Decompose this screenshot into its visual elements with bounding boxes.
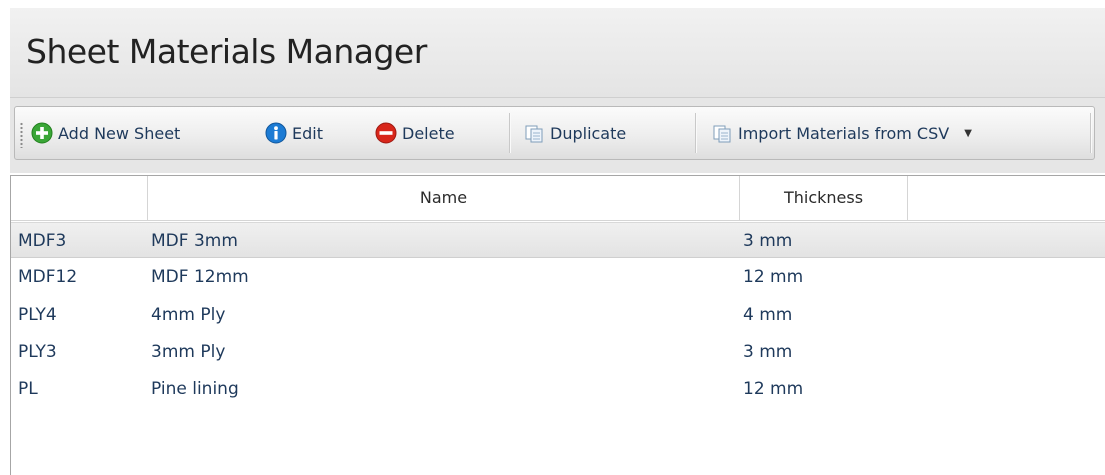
toolbar-area: Add New Sheet Edit Delete Duplicate Impo… bbox=[10, 98, 1105, 173]
cell-thickness: 12 mm bbox=[743, 379, 804, 399]
edit-label: Edit bbox=[292, 123, 323, 143]
toolbar-separator bbox=[695, 113, 697, 153]
minus-circle-icon bbox=[375, 122, 397, 144]
copy-icon bbox=[711, 122, 733, 144]
column-header-name[interactable]: Name bbox=[148, 176, 740, 220]
toolbar-separator bbox=[509, 113, 511, 153]
import-csv-label: Import Materials from CSV bbox=[738, 123, 950, 143]
info-icon bbox=[265, 122, 287, 144]
duplicate-button[interactable]: Duplicate bbox=[523, 115, 626, 151]
column-header-filler bbox=[908, 176, 1105, 220]
copy-icon bbox=[523, 122, 545, 144]
delete-label: Delete bbox=[402, 123, 455, 143]
table-row[interactable]: PL Pine lining 12 mm bbox=[11, 371, 1105, 407]
page-title: Sheet Materials Manager bbox=[26, 32, 427, 71]
app-window: Sheet Materials Manager Add New Sheet Ed… bbox=[10, 8, 1105, 475]
cell-name: Pine lining bbox=[151, 379, 239, 399]
title-bar: Sheet Materials Manager bbox=[10, 8, 1105, 98]
cell-name: MDF 3mm bbox=[151, 231, 238, 251]
cell-code: PL bbox=[18, 379, 38, 399]
plus-circle-icon bbox=[31, 122, 53, 144]
table-row[interactable]: MDF12 MDF 12mm 12 mm bbox=[11, 259, 1105, 295]
add-new-sheet-label: Add New Sheet bbox=[58, 123, 181, 143]
toolbar: Add New Sheet Edit Delete Duplicate Impo… bbox=[14, 106, 1095, 160]
cell-name: 3mm Ply bbox=[151, 342, 226, 362]
table-row[interactable]: MDF3 MDF 3mm 3 mm bbox=[11, 222, 1105, 258]
table-header: Name Thickness bbox=[11, 176, 1105, 221]
cell-code: MDF12 bbox=[18, 267, 78, 287]
delete-button[interactable]: Delete bbox=[375, 115, 455, 151]
table-row[interactable]: PLY4 4mm Ply 4 mm bbox=[11, 297, 1105, 333]
cell-thickness: 3 mm bbox=[743, 342, 793, 362]
cell-code: MDF3 bbox=[18, 231, 67, 251]
toolbar-grip[interactable] bbox=[20, 122, 23, 148]
cell-name: 4mm Ply bbox=[151, 305, 226, 325]
cell-thickness: 12 mm bbox=[743, 267, 804, 287]
cell-code: PLY3 bbox=[18, 342, 57, 362]
cell-name: MDF 12mm bbox=[151, 267, 249, 287]
materials-table: Name Thickness MDF3 MDF 3mm 3 mm MDF12 M… bbox=[10, 175, 1105, 475]
column-header-thickness[interactable]: Thickness bbox=[740, 176, 908, 220]
toolbar-separator bbox=[1090, 113, 1092, 153]
cell-code: PLY4 bbox=[18, 305, 57, 325]
duplicate-label: Duplicate bbox=[550, 123, 627, 143]
cell-thickness: 3 mm bbox=[743, 231, 793, 251]
cell-thickness: 4 mm bbox=[743, 305, 793, 325]
table-row[interactable]: PLY3 3mm Ply 3 mm bbox=[11, 334, 1105, 370]
column-header-code[interactable] bbox=[11, 176, 148, 220]
add-new-sheet-button[interactable]: Add New Sheet bbox=[31, 115, 180, 151]
chevron-down-icon[interactable]: ▼ bbox=[964, 128, 972, 139]
import-csv-button[interactable]: Import Materials from CSV ▼ bbox=[711, 115, 972, 151]
edit-button[interactable]: Edit bbox=[265, 115, 323, 151]
